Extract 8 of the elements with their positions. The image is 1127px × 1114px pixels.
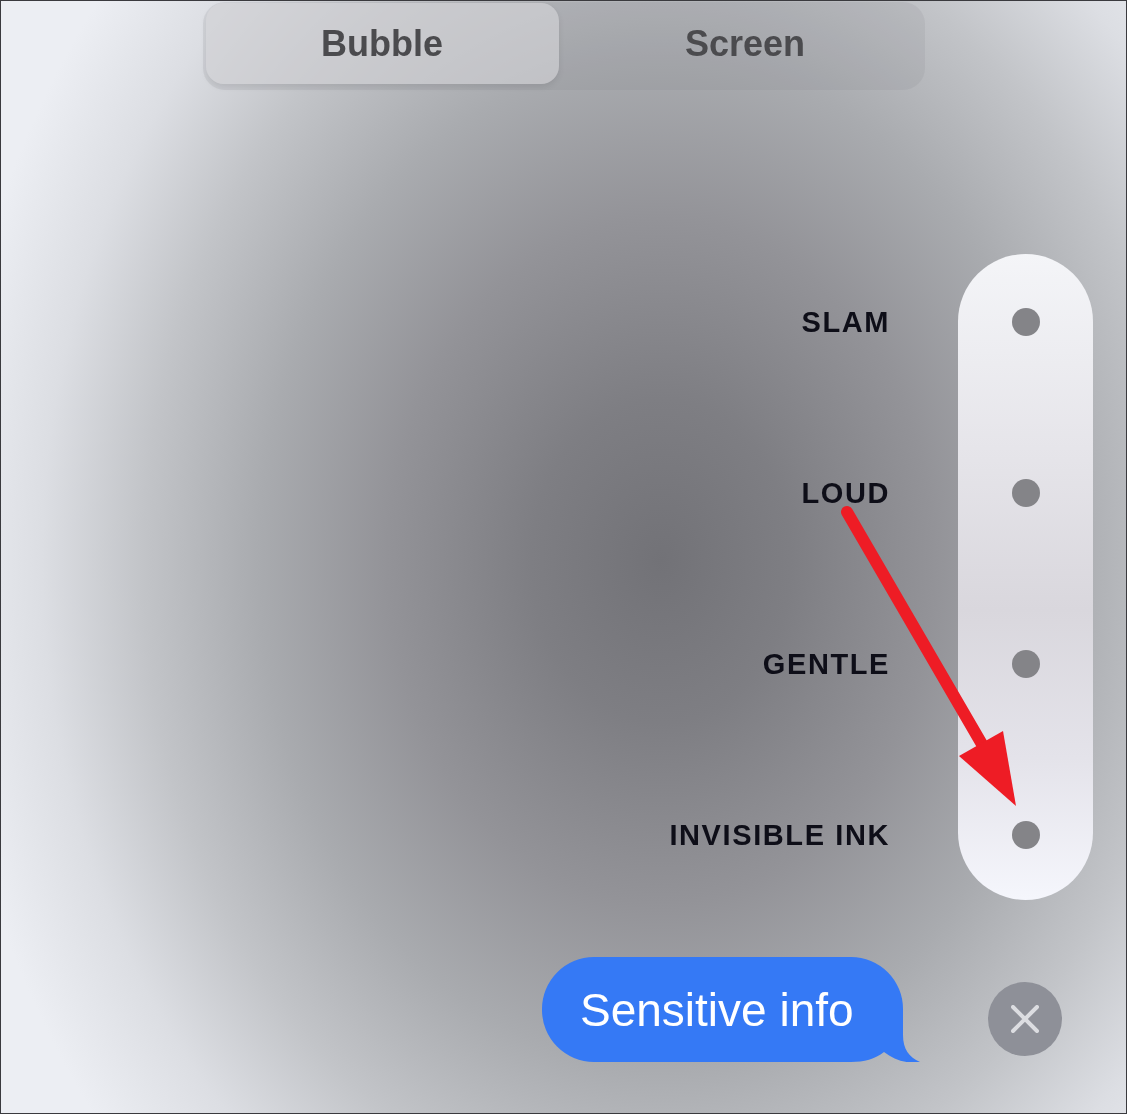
effect-label: SLAM	[801, 308, 890, 337]
effect-tab[interactable]: Screen	[568, 3, 922, 84]
message-bubble: Sensitive info	[542, 957, 920, 1062]
close-icon	[1011, 1005, 1039, 1033]
effect-label: INVISIBLE INK	[669, 821, 890, 850]
effect-tab[interactable]: Bubble	[205, 3, 559, 84]
effect-label: LOUD	[801, 479, 890, 508]
effect-label: GENTLE	[762, 650, 890, 679]
